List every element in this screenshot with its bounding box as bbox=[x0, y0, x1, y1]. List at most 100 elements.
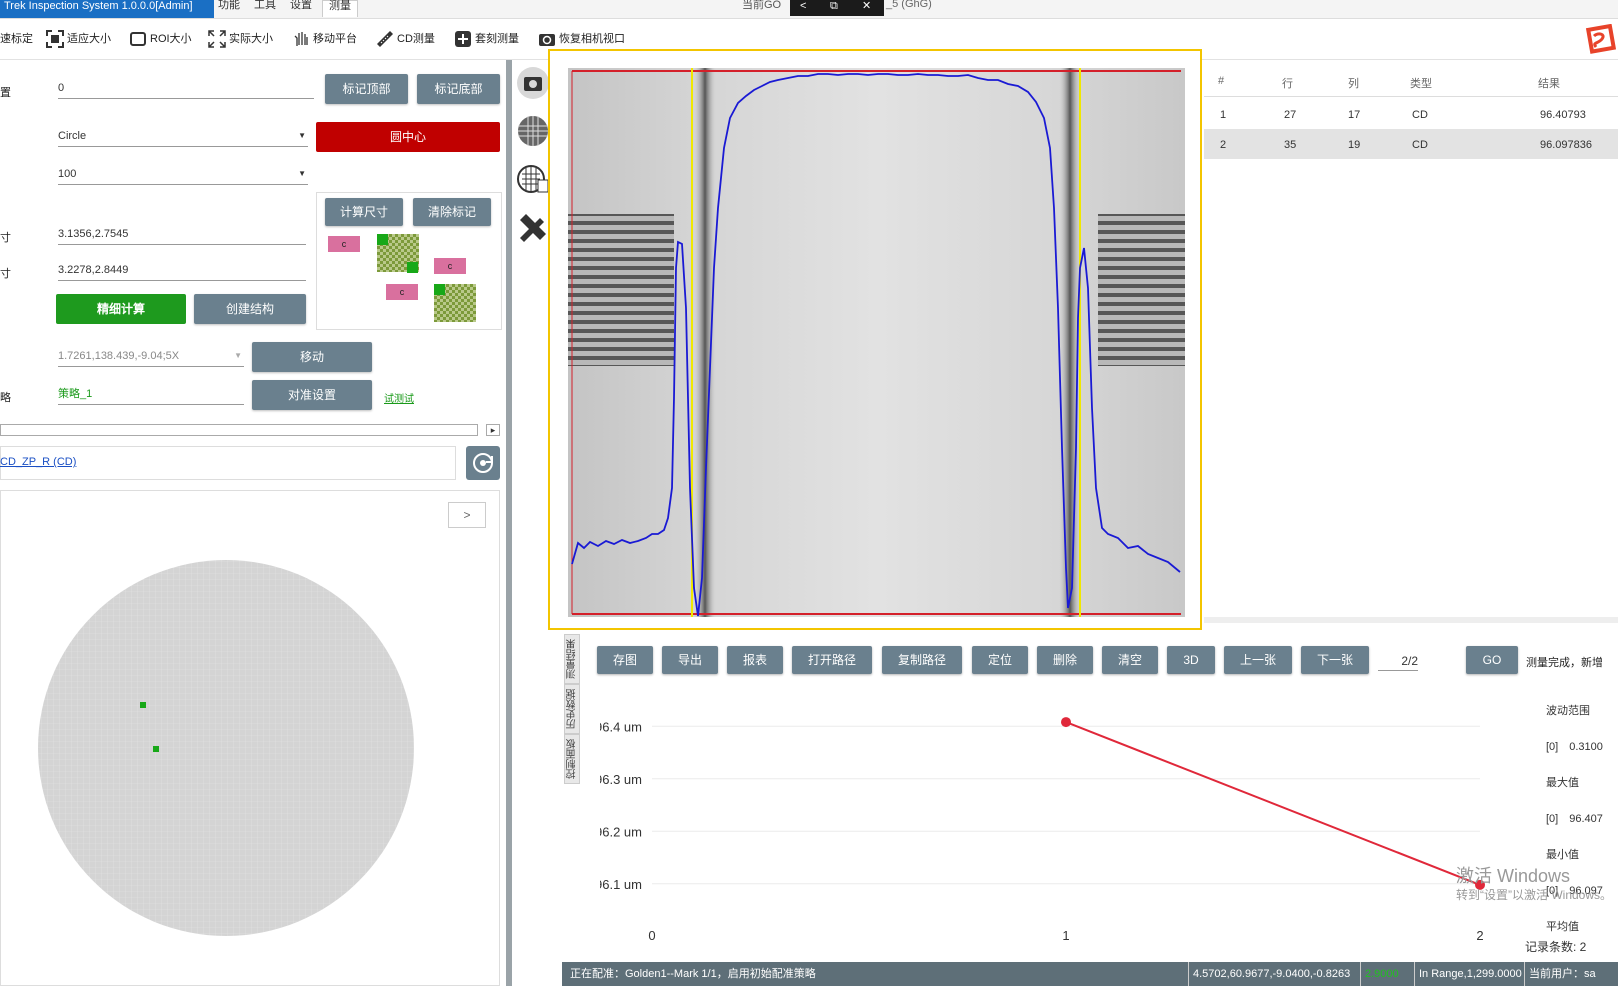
coords-field[interactable]: 1.7261,138.439,-9.04;5X ▼ bbox=[58, 346, 244, 367]
previous-button[interactable]: 上一张 bbox=[1224, 646, 1292, 674]
strategy-field[interactable]: 策略_1 bbox=[58, 384, 244, 405]
mark-bottom-button[interactable]: 标记底部 bbox=[417, 74, 500, 104]
recipe-link[interactable]: CD_ZP_R (CD) bbox=[0, 456, 76, 468]
horizontal-scrollbar[interactable] bbox=[0, 424, 478, 436]
app-title: Trek Inspection System 1.0.0.0[Admin] bbox=[0, 0, 214, 18]
clear-button[interactable]: 清空 bbox=[1102, 646, 1158, 674]
line-pattern-right bbox=[1098, 214, 1185, 366]
copy-path-button[interactable]: 复制路径 bbox=[882, 646, 962, 674]
table-footer-bar bbox=[1204, 617, 1618, 623]
map-grid-icon[interactable] bbox=[516, 162, 550, 196]
menu-measure[interactable]: 测量 bbox=[322, 0, 358, 17]
fine-calc-button[interactable]: 精细计算 bbox=[56, 294, 186, 324]
open-path-button[interactable]: 打开路径 bbox=[792, 646, 872, 674]
col-result[interactable]: 结果 bbox=[1538, 75, 1560, 91]
menu-function[interactable]: 功能 bbox=[218, 0, 240, 16]
avg-label: 平均值 bbox=[1546, 921, 1579, 933]
save-image-button[interactable]: 存图 bbox=[597, 646, 653, 674]
sync-button[interactable] bbox=[466, 446, 500, 480]
calibrate-button[interactable]: 速标定 bbox=[0, 28, 33, 50]
measured-die[interactable] bbox=[153, 746, 159, 752]
col-type[interactable]: 类型 bbox=[1410, 75, 1432, 91]
roi-size-button[interactable]: ROI大小 bbox=[129, 28, 192, 50]
count-select[interactable]: 100 ▼ bbox=[58, 164, 308, 185]
tab-history-data[interactable]: 历史数据 bbox=[564, 684, 580, 734]
circle-center-button[interactable]: 圆中心 bbox=[316, 122, 500, 152]
restore-camera-button[interactable]: 恢复相机视口 bbox=[538, 28, 625, 50]
cell-result: 96.097836 bbox=[1540, 139, 1592, 151]
tag-c: c bbox=[386, 284, 418, 300]
image-viewer[interactable] bbox=[568, 68, 1185, 617]
view-3d-button[interactable]: 3D bbox=[1167, 646, 1215, 674]
next-button[interactable]: 下一张 bbox=[1301, 646, 1369, 674]
calc-size-button[interactable]: 计算尺寸 bbox=[325, 198, 403, 226]
clear-mark-button[interactable]: 清除标记 bbox=[413, 198, 491, 226]
status-user: 当前用户：sa bbox=[1524, 962, 1596, 986]
close-icon[interactable]: ✕ bbox=[862, 0, 871, 12]
delete-button[interactable]: 删除 bbox=[1037, 646, 1093, 674]
count-select-value: 100 bbox=[58, 168, 77, 180]
menu-settings[interactable]: 设置 bbox=[290, 0, 312, 16]
green-square bbox=[377, 234, 388, 245]
mark-top-button[interactable]: 标记顶部 bbox=[325, 74, 408, 104]
ruler-cross-icon[interactable] bbox=[516, 210, 550, 244]
activation-watermark-text: 转到“设置”以激活 Windows。 bbox=[1456, 888, 1613, 902]
status-range: In Range,1,299.0000 bbox=[1414, 962, 1522, 986]
wafer-circle bbox=[38, 560, 414, 936]
status-green-value: 2.9000 bbox=[1360, 962, 1399, 986]
data-point[interactable] bbox=[1061, 717, 1071, 728]
tab-control-panel[interactable]: 控制面板 bbox=[564, 734, 580, 784]
size1-field[interactable]: 3.1356,2.7545 bbox=[58, 224, 306, 245]
min-label: 最小值 bbox=[1546, 849, 1579, 861]
go-button[interactable]: GO bbox=[1466, 646, 1518, 674]
locate-button[interactable]: 定位 bbox=[972, 646, 1028, 674]
create-struct-button[interactable]: 创建结构 bbox=[194, 294, 306, 324]
chevron-down-icon: ▼ bbox=[234, 351, 242, 360]
actual-size-icon bbox=[208, 30, 226, 48]
green-square bbox=[407, 262, 418, 273]
wafer-next-button[interactable]: > bbox=[448, 502, 486, 528]
position-field[interactable]: 0 bbox=[58, 78, 314, 99]
report-button[interactable]: 报表 bbox=[727, 646, 783, 674]
fit-size-button[interactable]: 适应大小 bbox=[46, 28, 111, 50]
window-title-suffix: _5 (GhG) bbox=[886, 0, 932, 10]
strategy-label: 略 bbox=[0, 392, 11, 404]
cd-measure-button[interactable]: CD测量 bbox=[376, 28, 435, 50]
export-button[interactable]: 导出 bbox=[662, 646, 718, 674]
move-button[interactable]: 移动 bbox=[252, 342, 372, 372]
page-indicator[interactable]: 2/2 bbox=[1378, 652, 1418, 671]
max-label: 最大值 bbox=[1546, 777, 1579, 789]
col-col[interactable]: 列 bbox=[1348, 75, 1359, 91]
move-stage-button[interactable]: 移动平台 bbox=[292, 28, 357, 50]
actual-size-label: 实际大小 bbox=[229, 33, 273, 45]
back-icon[interactable]: < bbox=[800, 0, 806, 12]
tab-measure-results[interactable]: 测量结果 bbox=[564, 634, 580, 684]
camera-icon[interactable] bbox=[516, 66, 550, 100]
panel-splitter[interactable] bbox=[506, 60, 512, 986]
y-tick-label: 96.1 um bbox=[600, 877, 642, 892]
cell-index: 2 bbox=[1220, 139, 1227, 151]
shape-select[interactable]: Circle ▼ bbox=[58, 126, 308, 147]
col-row[interactable]: 行 bbox=[1282, 75, 1293, 91]
green-square bbox=[434, 284, 445, 295]
scroll-right-arrow[interactable]: ▸ bbox=[486, 424, 500, 436]
wafer-map[interactable] bbox=[36, 556, 416, 940]
grid-sphere-icon[interactable] bbox=[516, 114, 550, 148]
record-count: 记录条数: 2 bbox=[1525, 940, 1587, 954]
cell-row: 27 bbox=[1284, 109, 1297, 121]
tag-c: c bbox=[328, 236, 360, 252]
sync-icon bbox=[473, 453, 493, 473]
size2-field[interactable]: 3.2278,2.8449 bbox=[58, 260, 306, 281]
menu-tools[interactable]: 工具 bbox=[254, 0, 276, 16]
test-link[interactable]: 试测试 bbox=[384, 390, 414, 405]
range-value: [0] 0.3100 bbox=[1546, 741, 1603, 753]
measured-die[interactable] bbox=[140, 702, 146, 708]
restore-icon[interactable]: ⧉ bbox=[830, 0, 838, 12]
align-settings-button[interactable]: 对准设置 bbox=[252, 380, 372, 410]
window-control-bar: < ⧉ ✕ bbox=[790, 0, 884, 16]
col-index[interactable]: # bbox=[1218, 75, 1224, 87]
actual-size-button[interactable]: 实际大小 bbox=[208, 28, 273, 50]
trend-chart[interactable]: 96.4 um 96.3 um 96.2 um 96.1 um 0 1 2 bbox=[600, 690, 1510, 950]
chevron-down-icon: ▼ bbox=[298, 169, 306, 178]
overlay-measure-button[interactable]: 套刻测量 bbox=[454, 28, 519, 50]
